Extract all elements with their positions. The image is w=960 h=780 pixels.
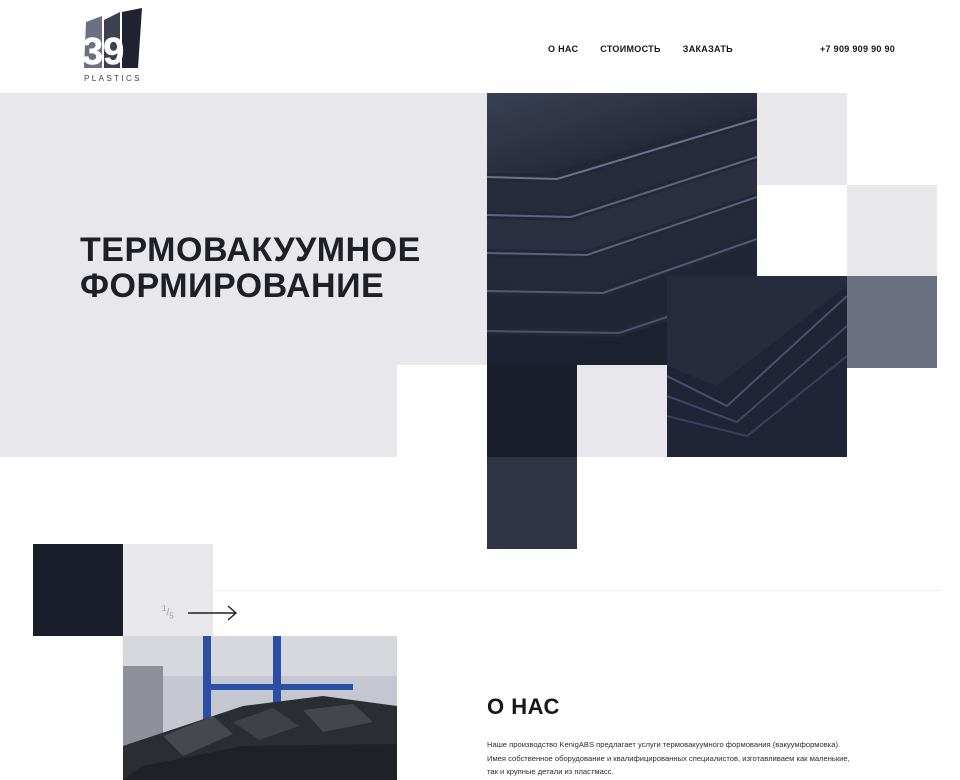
decor-square (577, 365, 667, 457)
arrow-right-icon[interactable] (188, 604, 238, 622)
hero-title-line2: ФОРМИРОВАНИЕ (80, 267, 385, 305)
nav-about[interactable]: О НАС (548, 44, 578, 54)
nav-price[interactable]: СТОИМОСТЬ (600, 44, 660, 54)
hero-title: ТЕРМОВАКУУМНОЕ ФОРМИРОВАНИЕ (80, 232, 421, 304)
phone-link[interactable]: +7 909 909 90 90 (820, 44, 895, 54)
decor-square (757, 93, 847, 185)
about-title: О НАС (487, 694, 560, 719)
slider-photo-production (123, 636, 397, 780)
slider-total: 5 (169, 611, 174, 621)
decor-square (847, 185, 937, 276)
about-text: Наше производство KenigABS предлагает ус… (487, 740, 850, 776)
slider-counter: 1/5 (162, 604, 174, 621)
logo-mark-icon: 39 (82, 8, 142, 72)
decor-square (33, 544, 123, 636)
slider-current: 1 (162, 604, 167, 613)
decor-square (487, 457, 577, 549)
decor-square (123, 544, 213, 636)
section-divider (213, 590, 940, 591)
hero-image-plastic-sheets-corner (667, 276, 847, 457)
nav-order[interactable]: ЗАКАЗАТЬ (683, 44, 733, 54)
main-nav: О НАС СТОИМОСТЬ ЗАКАЗАТЬ (548, 44, 733, 54)
hero-title-line1: ТЕРМОВАКУУМНОЕ (80, 231, 421, 269)
hero-decor-cutout (397, 365, 487, 457)
logo-text: PLASTICS (84, 74, 142, 83)
decor-square (487, 365, 577, 457)
decor-square (847, 276, 937, 368)
logo[interactable]: 39 PLASTICS (80, 8, 144, 86)
logo-number: 39 (82, 31, 124, 72)
